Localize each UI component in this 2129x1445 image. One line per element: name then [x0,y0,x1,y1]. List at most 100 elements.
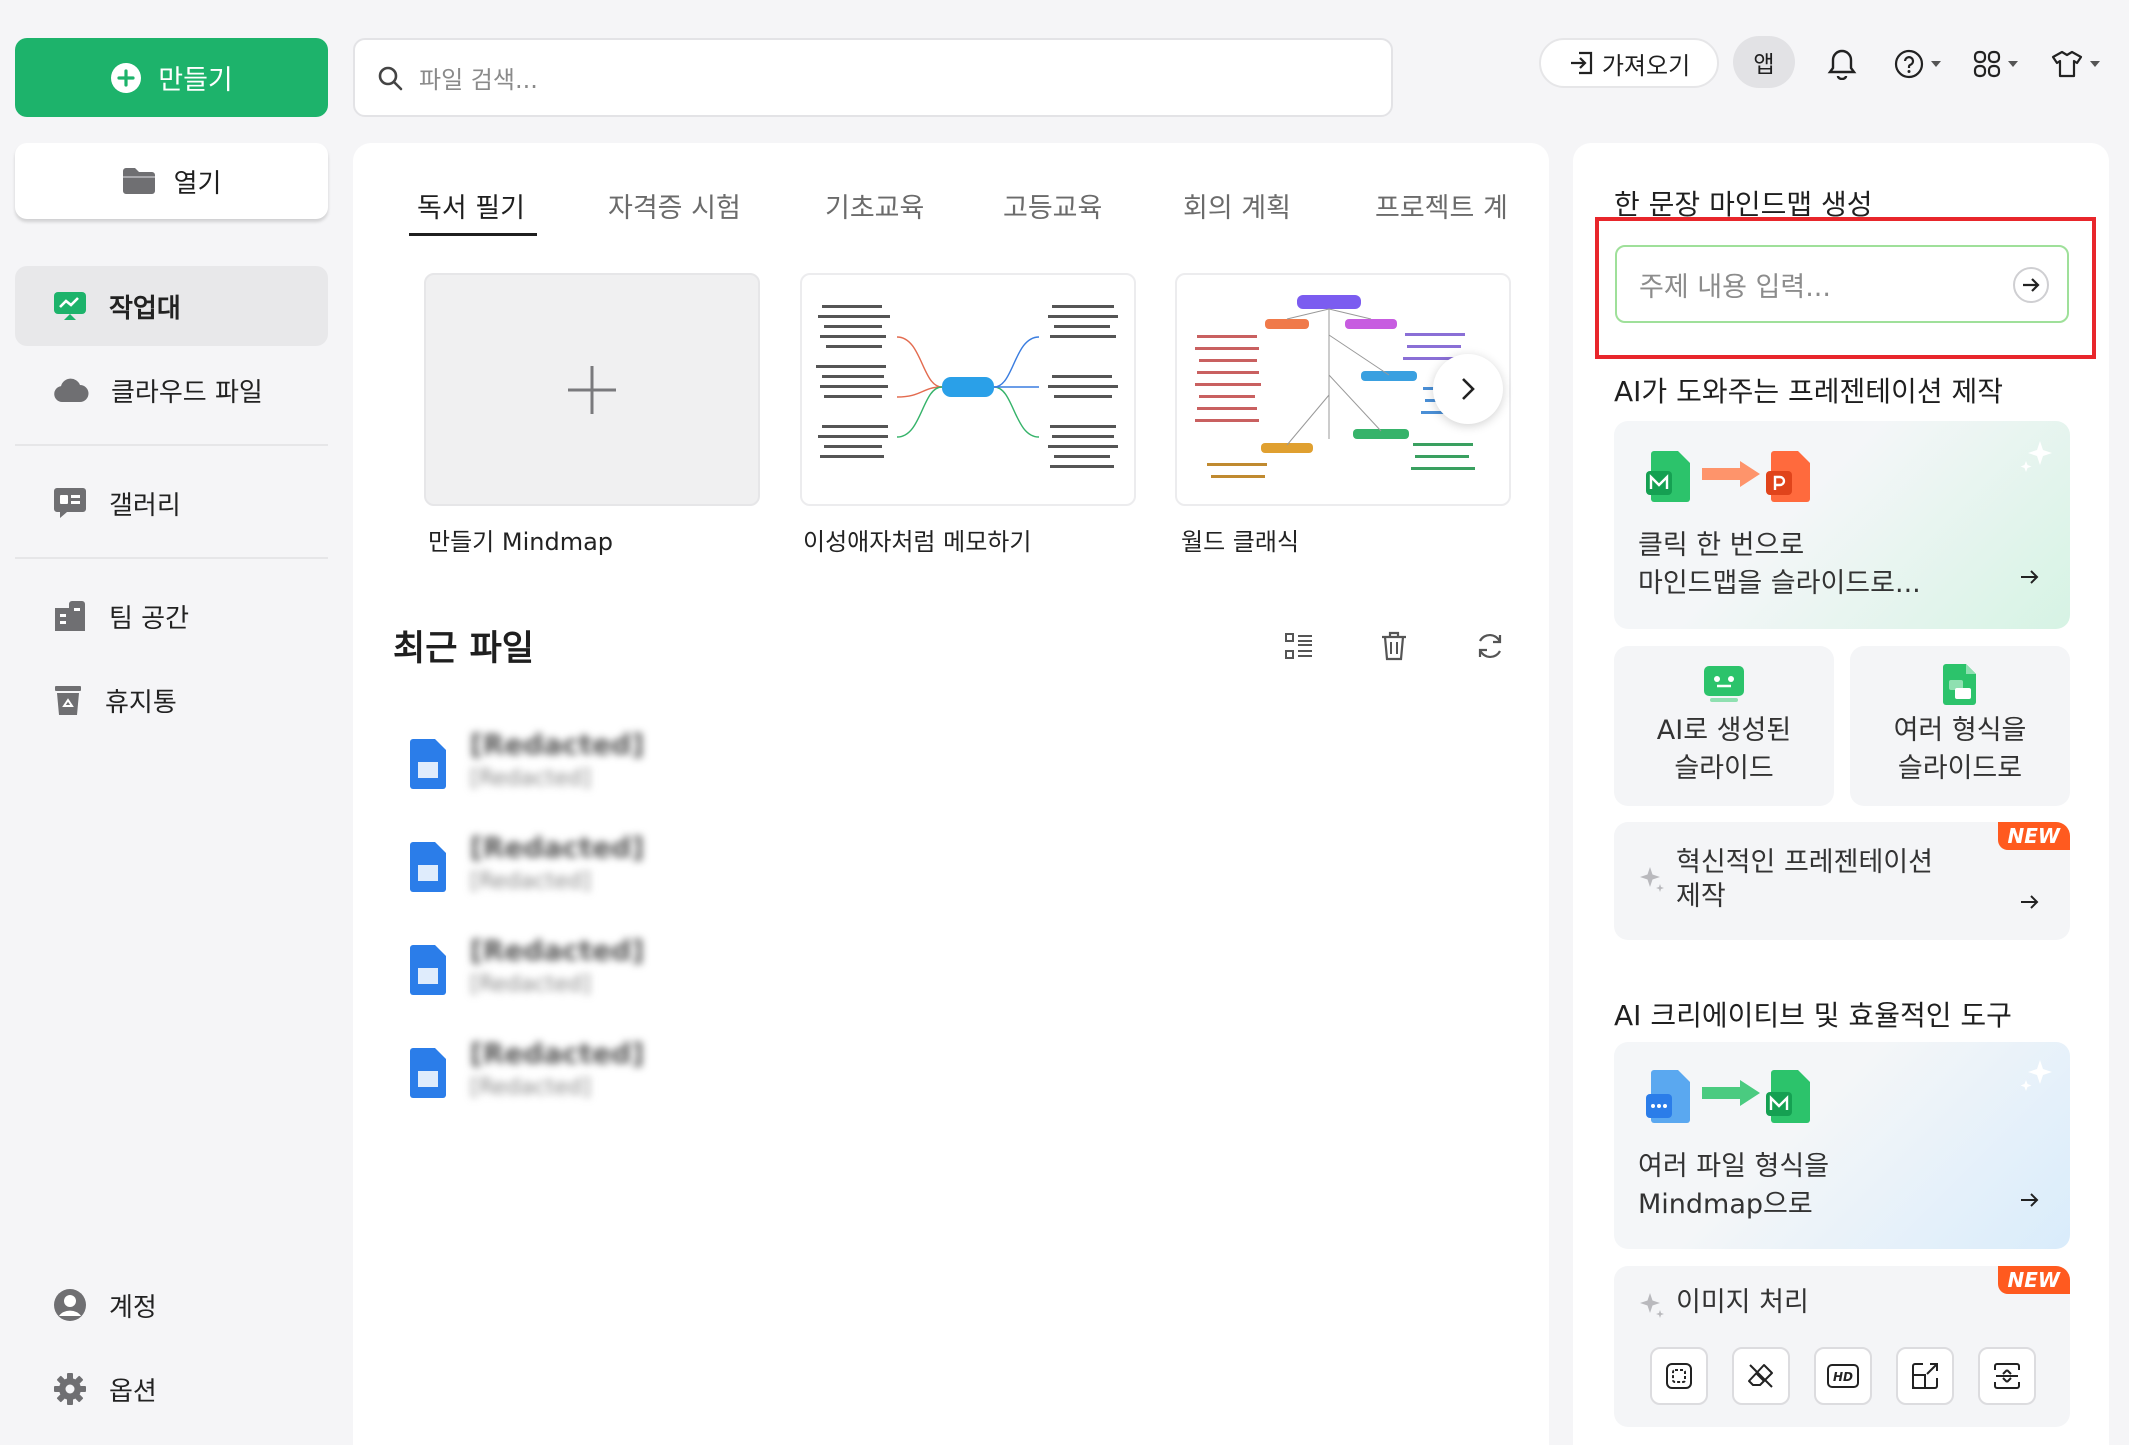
shirt-icon [2051,50,2083,78]
multi-format-to-slides-card[interactable]: 여러 형식을 슬라이드로 [1850,646,2070,806]
recent-files-title: 최근 파일 [393,629,534,669]
arrow-right-icon [1702,1078,1762,1108]
files-to-mindmap-card[interactable]: 여러 파일 형식을 Mindmap으로 [1614,1042,2070,1249]
file-path: [Redacted] [470,766,591,791]
innovative-presentation-card[interactable]: NEW 혁신적인 프레젠테이션 제작 [1614,822,2070,940]
team-space-icon [53,600,87,632]
image-processing-label: 이미지 처리 [1676,1287,1809,1318]
sidebar-item-label: 클라우드 파일 [111,377,263,408]
caret-down-icon [1930,60,1942,68]
powerpoint-file-icon [1764,449,1812,503]
trash-icon [53,684,83,716]
account-label: 계정 [109,1292,157,1323]
ai-slides-text: AI로 생성된 슬라이드 [1656,715,1792,784]
new-badge: NEW [1997,1266,2070,1294]
compress-image-icon[interactable] [1978,1347,2036,1405]
next-templates-button[interactable] [1433,354,1503,424]
hd-upscale-icon[interactable]: HD [1814,1347,1872,1405]
card-label: 월드 클래식 [1181,528,1300,556]
ai-tools-title: AI 크리에이티브 및 효율적인 도구 [1614,999,2012,1032]
arrow-right-icon [1702,459,1762,489]
arrow-right-icon [2020,1192,2040,1208]
search-input[interactable]: 파일 검색... [353,38,1393,117]
sidebar-item-gallery[interactable]: 갤러리 [15,463,328,543]
cloud-icon [53,377,89,403]
tab-basic-education[interactable]: 기초교육 [825,186,924,225]
sparkle-icon [1638,864,1666,894]
trash-icon[interactable] [1374,626,1414,666]
options-button[interactable]: 옵션 [15,1349,328,1429]
mindmap-to-slides-card[interactable]: 클릭 한 번으로 마인드맵을 슬라이드로... [1614,421,2070,629]
file-icon [408,944,448,996]
sidebar-item-workbench[interactable]: 작업대 [15,266,328,346]
sidebar-item-team-space[interactable]: 팀 공간 [15,576,328,656]
bell-icon[interactable] [1822,44,1862,84]
new-mindmap-card[interactable] [424,273,760,506]
new-badge: NEW [1997,822,2070,850]
recent-file-row[interactable]: [Redacted] [Redacted] [408,934,1228,1014]
innovative-text: 혁신적인 프레젠테이션 제작 [1676,847,1933,912]
help-menu[interactable] [1888,44,1948,84]
recent-file-row[interactable]: [Redacted] [Redacted] [408,1037,1228,1117]
files-to-mindmap-text: 여러 파일 형식을 Mindmap으로 [1638,1151,1830,1220]
import-button[interactable]: 가져오기 [1539,38,1719,88]
sidebar-item-label: 휴지통 [105,687,177,718]
tab-project[interactable]: 프로젝트 계 [1375,186,1512,225]
remove-background-icon[interactable] [1650,1347,1708,1405]
mindmap-to-slides-text: 클릭 한 번으로 마인드맵을 슬라이드로... [1638,530,1921,599]
sparkle-icon [1638,1290,1666,1320]
list-view-icon[interactable] [1279,626,1319,666]
app-label: 앱 [1753,52,1775,78]
tab-certification-exam[interactable]: 자격증 시험 [608,186,741,225]
divider [15,557,328,559]
card-label: 만들기 Mindmap [428,528,614,556]
workbench-icon [53,291,87,321]
caret-down-icon [2007,60,2019,68]
document-file-icon [1644,1068,1692,1124]
sparkle-icon [2020,439,2054,473]
app-button[interactable]: 앱 [1733,36,1795,88]
arrow-right-icon [2020,569,2040,585]
plus-icon [565,363,619,417]
ai-bot-icon [1702,664,1746,704]
caret-down-icon [2089,60,2101,68]
open-button[interactable]: 열기 [15,143,328,219]
ai-generated-slides-card[interactable]: AI로 생성된 슬라이드 [1614,646,1834,806]
search-placeholder: 파일 검색... [419,66,538,94]
account-button[interactable]: 계정 [15,1265,328,1345]
create-button[interactable]: 만들기 [15,38,328,117]
svg-text:HD: HD [1833,1370,1853,1384]
recent-file-row[interactable]: [Redacted] [Redacted] [408,728,1228,808]
import-label: 가져오기 [1601,51,1691,80]
file-icon [408,841,448,893]
highlight-box [1595,217,2096,359]
open-label: 열기 [173,168,222,199]
refresh-icon[interactable] [1470,626,1510,666]
multi-format-slides-text: 여러 형식을 슬라이드로 [1893,715,2027,784]
sidebar-item-label: 팀 공간 [109,603,190,634]
recent-file-row[interactable]: [Redacted] [Redacted] [408,831,1228,911]
sidebar-item-cloud-files[interactable]: 클라우드 파일 [15,350,328,430]
file-path: [Redacted] [470,972,591,997]
import-icon [1568,49,1596,77]
active-tab-indicator [409,233,537,236]
divider [15,444,328,446]
mindmap-file-icon [1766,1068,1812,1124]
file-icon [408,1047,448,1099]
folder-icon [122,167,156,195]
theme-menu[interactable] [2044,44,2108,84]
template-card-straight-notes[interactable] [800,273,1136,506]
eraser-icon[interactable] [1732,1347,1790,1405]
file-title: [Redacted] [470,1037,645,1070]
file-title: [Redacted] [470,934,645,967]
sidebar-item-trash[interactable]: 휴지통 [15,660,328,740]
gallery-icon [53,487,87,519]
help-icon [1894,49,1924,79]
tab-reading-notes[interactable]: 독서 필기 [417,186,525,225]
file-path: [Redacted] [470,869,591,894]
plus-circle-icon [110,62,142,94]
tab-higher-education[interactable]: 고등교육 [1003,186,1102,225]
expand-image-icon[interactable] [1896,1347,1954,1405]
tab-meeting-plan[interactable]: 회의 계획 [1183,186,1291,225]
apps-menu[interactable] [1966,44,2026,84]
